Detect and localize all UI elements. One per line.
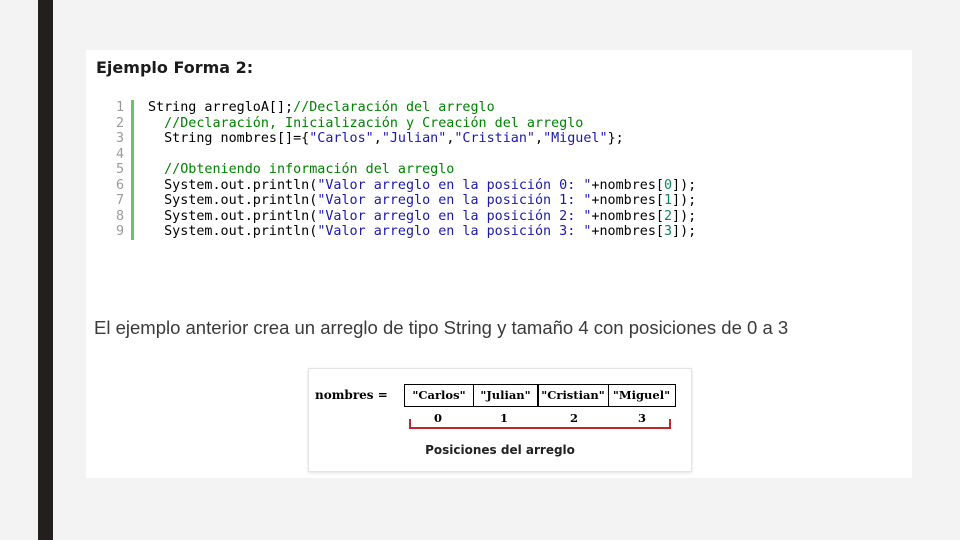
code-line: 9 System.out.println("Valor arreglo en l… <box>100 224 696 240</box>
array-cell: "Julian" <box>472 384 539 407</box>
code-line: 8 System.out.println("Valor arreglo en l… <box>100 208 696 225</box>
index-label: 2 <box>569 411 578 425</box>
code-line: 4 <box>100 146 696 162</box>
code-text: System.out.println("Valor arreglo en la … <box>148 209 696 225</box>
gutter-bar <box>131 208 134 224</box>
code-token: String arregloA[]; <box>148 100 294 115</box>
description-text: El ejemplo anterior crea un arreglo de t… <box>94 317 789 338</box>
array-cell: "Carlos" <box>404 384 474 407</box>
code-token: +nombres[ <box>591 224 664 239</box>
code-token: ]); <box>672 208 697 224</box>
code-token: //Declaración del arreglo <box>293 100 495 115</box>
code-token: }; <box>607 131 624 146</box>
code-text: System.out.println("Valor arreglo en la … <box>148 193 696 209</box>
line-number: 3 <box>115 131 124 146</box>
line-number: 5 <box>115 162 124 177</box>
gutter-bar <box>131 193 134 209</box>
code-line: 6 System.out.println("Valor arreglo en l… <box>100 177 696 194</box>
code-token: +nombres[ <box>591 208 664 224</box>
code-text: String arregloA[];//Declaración del arre… <box>148 100 495 116</box>
code-token: System.out.println( <box>148 193 318 208</box>
code-text: System.out.println("Valor arreglo en la … <box>148 178 696 194</box>
gutter-bar <box>131 115 134 131</box>
code-token: "Valor arreglo en la posición 2: " <box>317 208 592 224</box>
code-text: String nombres[]={"Carlos","Julian","Cri… <box>148 131 624 147</box>
code-token: "Carlos" <box>309 131 374 146</box>
code-token: "Cristian" <box>454 131 535 146</box>
gutter-bar <box>131 131 134 147</box>
array-cells: "Carlos" "Julian" "Cristian" "Miguel" <box>404 384 676 407</box>
code-line: 2 //Declaración, Inicialización y Creaci… <box>100 115 696 132</box>
line-number: 9 <box>115 224 124 239</box>
code-token: ]); <box>672 177 697 193</box>
gutter-bar <box>131 100 134 116</box>
line-number: 2 <box>115 115 124 131</box>
gutter-bar <box>131 162 134 178</box>
accent-bar <box>38 0 53 540</box>
gutter-bar <box>131 224 134 240</box>
code-token: 0 <box>663 177 673 193</box>
line-number: 4 <box>115 146 124 162</box>
code-block: 1 String arregloA[];//Declaración del arr… <box>100 100 696 240</box>
code-token: "Valor arreglo en la posición 0: " <box>317 177 592 193</box>
code-token: "Valor arreglo en la posición 3: " <box>317 224 592 239</box>
code-token: , <box>535 131 544 146</box>
code-token: +nombres[ <box>591 193 664 208</box>
line-number: 6 <box>115 177 124 193</box>
code-token: System.out.println( <box>148 224 318 239</box>
code-token: 2 <box>663 208 673 224</box>
code-token: //Obteniendo información del arreglo <box>164 162 455 177</box>
gutter-bar <box>131 146 134 162</box>
code-token: //Declaración, Inicialización y Creación… <box>164 115 584 131</box>
code-token: 3 <box>663 224 673 239</box>
code-line: 7 System.out.println("Valor arreglo en l… <box>100 193 696 209</box>
index-label: 0 <box>433 411 442 425</box>
code-token: String nombres[]={ <box>148 131 310 146</box>
code-line: 1 String arregloA[];//Declaración del arr… <box>100 100 696 116</box>
code-text: //Obteniendo información del arreglo <box>148 162 454 178</box>
content-card: Ejemplo Forma 2: 1 String arregloA[];//De… <box>86 50 912 478</box>
example-heading: Ejemplo Forma 2: <box>96 58 254 77</box>
array-diagram: nombres = "Carlos" "Julian" "Cristian" "… <box>308 368 692 472</box>
index-row: 0 1 2 3 <box>404 411 677 433</box>
code-token: ]); <box>672 224 697 239</box>
array-cell: "Cristian" <box>537 384 609 407</box>
line-number: 1 <box>115 100 124 115</box>
line-number: 8 <box>115 208 124 224</box>
code-token: "Julian" <box>381 131 447 146</box>
figure-caption: Posiciones del arreglo <box>425 443 575 457</box>
code-line: 3 String nombres[]={"Carlos","Julian","C… <box>100 131 696 147</box>
gutter-bar <box>131 177 134 193</box>
index-label: 3 <box>637 411 646 425</box>
code-token: , <box>373 131 382 146</box>
index-label: 1 <box>499 411 508 425</box>
line-number: 7 <box>115 193 124 208</box>
code-token: System.out.println( <box>148 177 318 193</box>
code-token: ]); <box>672 193 697 208</box>
code-token: +nombres[ <box>591 177 664 193</box>
code-token: "Valor arreglo en la posición 1: " <box>317 193 592 208</box>
code-text: System.out.println("Valor arreglo en la … <box>148 224 696 240</box>
array-name-label: nombres = <box>315 388 388 402</box>
code-token: 1 <box>663 193 673 208</box>
array-cell: "Miguel" <box>607 384 676 407</box>
code-text: //Declaración, Inicialización y Creación… <box>148 116 583 132</box>
code-line: 5 //Obteniendo información del arreglo <box>100 162 696 178</box>
code-token: System.out.println( <box>148 208 318 224</box>
code-token: "Miguel" <box>543 131 608 146</box>
